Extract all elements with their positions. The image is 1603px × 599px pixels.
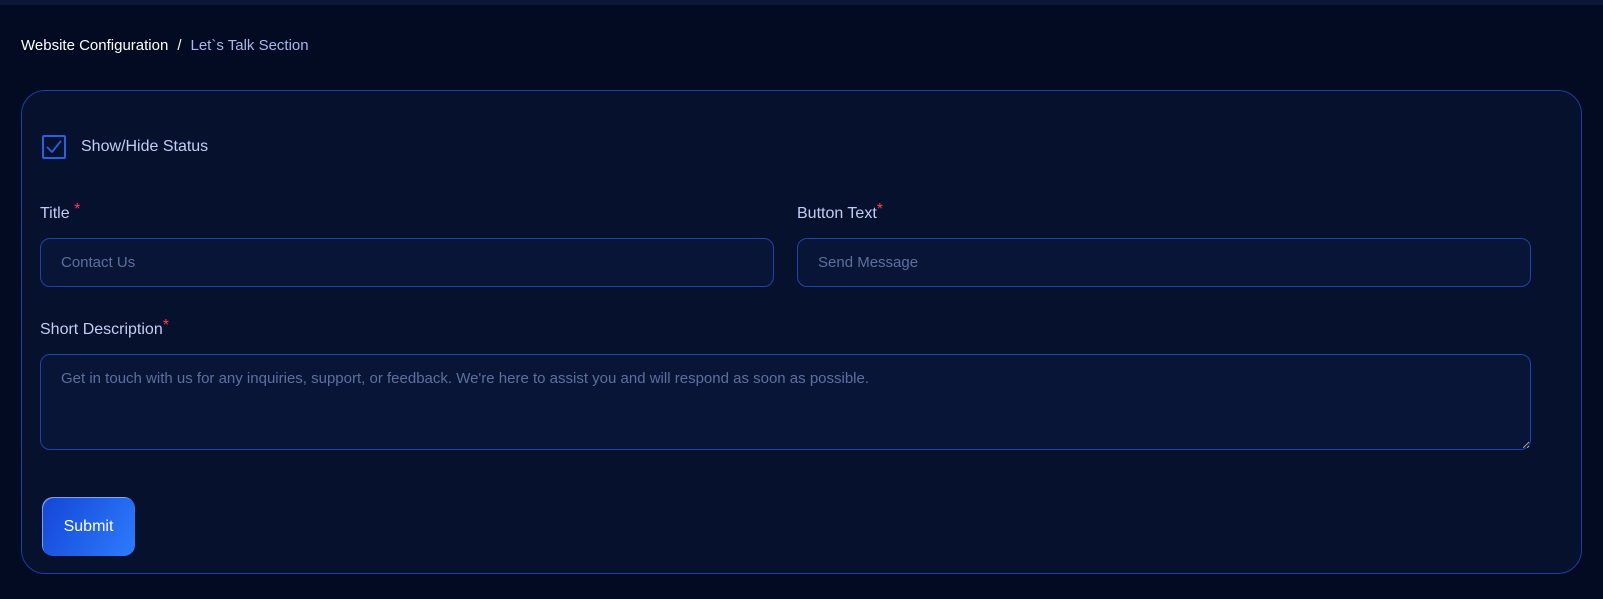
breadcrumb: Website Configuration / Let`s Talk Secti… bbox=[21, 37, 309, 54]
short-description-textarea[interactable] bbox=[40, 354, 1531, 450]
button-text-input[interactable] bbox=[797, 238, 1531, 287]
short-description-label-text: Short Description bbox=[40, 321, 163, 338]
button-text-required-mark: * bbox=[876, 201, 883, 218]
page: Website Configuration / Let`s Talk Secti… bbox=[0, 0, 1603, 599]
top-bar bbox=[0, 0, 1603, 5]
title-label-text: Title bbox=[40, 205, 70, 222]
breadcrumb-root[interactable]: Website Configuration bbox=[21, 37, 168, 54]
title-required-mark: * bbox=[74, 201, 81, 218]
show-hide-checkbox[interactable] bbox=[42, 135, 66, 159]
short-description-required-mark: * bbox=[162, 317, 169, 334]
title-input[interactable] bbox=[40, 238, 774, 287]
breadcrumb-current: Let`s Talk Section bbox=[190, 37, 309, 54]
check-icon bbox=[46, 140, 62, 153]
show-hide-label: Show/Hide Status bbox=[81, 138, 209, 155]
show-hide-row: Show/Hide Status bbox=[42, 135, 208, 159]
breadcrumb-separator: / bbox=[177, 37, 182, 54]
button-text-label: Button Text* bbox=[797, 201, 883, 223]
lets-talk-form: Show/Hide Status Title * Button Text* Sh… bbox=[21, 90, 1582, 574]
short-description-label: Short Description* bbox=[40, 317, 169, 339]
title-label: Title * bbox=[40, 201, 80, 223]
button-text-label-text: Button Text bbox=[797, 205, 877, 222]
submit-button[interactable]: Submit bbox=[42, 497, 135, 556]
